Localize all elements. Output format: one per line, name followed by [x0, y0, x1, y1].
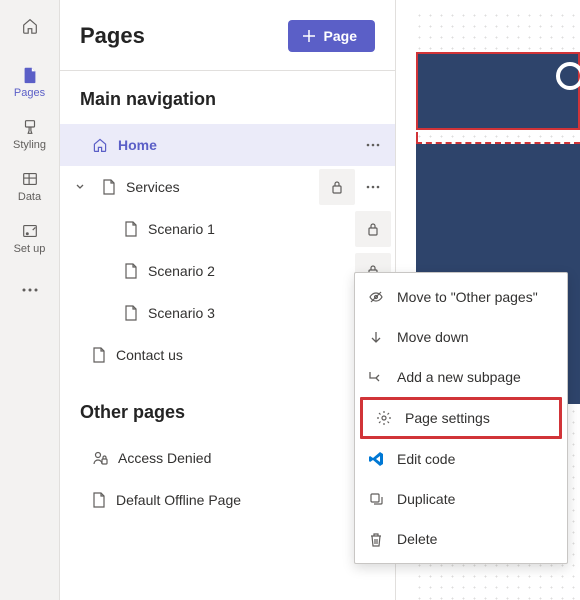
context-menu: Move to "Other pages" Move down Add a ne… — [354, 272, 568, 564]
tree-item-scenario3[interactable]: Scenario 3 — [60, 292, 355, 334]
panel-title: Pages — [80, 23, 145, 49]
add-page-button[interactable]: Page — [288, 20, 375, 52]
more-button[interactable] — [355, 169, 391, 205]
tree-row-home: Home — [60, 124, 395, 166]
rail-label: Styling — [13, 139, 46, 151]
menu-label: Delete — [397, 531, 437, 547]
tree-label-text: Scenario 1 — [148, 221, 215, 237]
tree-item-scenario1[interactable]: Scenario 1 — [60, 208, 355, 250]
plus-icon — [302, 29, 316, 43]
menu-move-to-other[interactable]: Move to "Other pages" — [355, 277, 567, 317]
home-icon — [92, 137, 108, 153]
tree-label-text: Scenario 3 — [148, 305, 215, 321]
lock-icon — [331, 180, 343, 194]
tree-row-services: Services — [60, 166, 395, 208]
subpage-icon — [368, 370, 384, 384]
tree-label-text: Access Denied — [118, 450, 211, 466]
menu-label: Page settings — [405, 410, 490, 426]
rail-label: Pages — [14, 87, 45, 99]
menu-page-settings[interactable]: Page settings — [360, 397, 562, 439]
menu-label: Add a new subpage — [397, 369, 521, 385]
page-icon — [102, 179, 116, 195]
rail-item-more[interactable] — [4, 264, 56, 316]
vscode-icon — [368, 451, 384, 467]
page-icon — [92, 347, 106, 363]
tree-row-access-denied: Access Denied — [60, 437, 395, 479]
tree-row-scenario1: Scenario 1 — [60, 208, 395, 250]
rail-item-data[interactable]: Data — [4, 160, 56, 212]
person-lock-icon — [92, 450, 108, 466]
tree-row-scenario3: Scenario 3 — [60, 292, 395, 334]
more-icon — [366, 143, 380, 147]
rail-item-pages[interactable]: Pages — [4, 56, 56, 108]
arrow-down-icon — [369, 330, 383, 344]
menu-move-down[interactable]: Move down — [355, 317, 567, 357]
more-button[interactable] — [355, 127, 391, 163]
tree-item-scenario2[interactable]: Scenario 2 — [60, 250, 355, 292]
more-icon — [21, 288, 39, 292]
section-main-nav: Main navigation — [60, 71, 395, 124]
panel-header: Pages Page — [60, 0, 395, 70]
pages-icon — [21, 66, 39, 84]
menu-add-subpage[interactable]: Add a new subpage — [355, 357, 567, 397]
rail-item-setup[interactable]: Set up — [4, 212, 56, 264]
rail-home-button[interactable] — [10, 8, 50, 44]
tree-item-offline[interactable]: Default Offline Page — [60, 479, 391, 521]
tree-row-offline: Default Offline Page — [60, 479, 395, 521]
chevron-down-icon — [75, 182, 85, 192]
page-icon — [124, 221, 138, 237]
add-page-label: Page — [324, 28, 357, 44]
lock-button[interactable] — [319, 169, 355, 205]
menu-duplicate[interactable]: Duplicate — [355, 479, 567, 519]
section-other-pages: Other pages — [60, 384, 395, 437]
setup-icon — [21, 222, 39, 240]
home-icon — [21, 17, 39, 35]
eye-off-icon — [368, 289, 384, 305]
tree-label-text: Default Offline Page — [116, 492, 241, 508]
tree-label-text: Scenario 2 — [148, 263, 215, 279]
rail-label: Set up — [14, 243, 46, 255]
page-tree: Home Services — [60, 124, 395, 384]
page-icon — [124, 263, 138, 279]
lock-icon — [367, 222, 379, 236]
tree-label-text: Home — [118, 137, 157, 153]
menu-delete[interactable]: Delete — [355, 519, 567, 559]
tree-item-access-denied[interactable]: Access Denied — [60, 437, 391, 479]
trash-icon — [369, 532, 383, 547]
data-icon — [21, 170, 39, 188]
preview-circle — [556, 62, 580, 90]
duplicate-icon — [369, 492, 384, 507]
menu-edit-code[interactable]: Edit code — [355, 439, 567, 479]
tree-label-text: Services — [126, 179, 180, 195]
nav-rail: Pages Styling Data Set up — [0, 0, 60, 600]
rail-item-styling[interactable]: Styling — [4, 108, 56, 160]
preview-hero[interactable] — [416, 52, 580, 130]
tree-row-scenario2: Scenario 2 — [60, 250, 395, 292]
preview-dash — [416, 132, 580, 144]
tree-item-home[interactable]: Home — [60, 124, 355, 166]
menu-label: Edit code — [397, 451, 455, 467]
app-root: Pages Styling Data Set up Pages Page Mai… — [0, 0, 580, 600]
expand-toggle[interactable] — [68, 182, 92, 192]
tree-row-contact: Contact us — [60, 334, 395, 376]
lock-button[interactable] — [355, 211, 391, 247]
menu-label: Move down — [397, 329, 469, 345]
page-icon — [92, 492, 106, 508]
tree-label-text: Contact us — [116, 347, 183, 363]
more-icon — [366, 185, 380, 189]
menu-label: Duplicate — [397, 491, 455, 507]
menu-label: Move to "Other pages" — [397, 289, 538, 305]
tree-item-contact[interactable]: Contact us — [60, 334, 391, 376]
tree-item-services[interactable]: Services — [60, 166, 319, 208]
page-icon — [124, 305, 138, 321]
other-tree: Access Denied Default Offline Page — [60, 437, 395, 529]
brush-icon — [21, 118, 39, 136]
rail-label: Data — [18, 191, 41, 203]
gear-icon — [376, 410, 392, 426]
pages-panel: Pages Page Main navigation Home — [60, 0, 396, 600]
